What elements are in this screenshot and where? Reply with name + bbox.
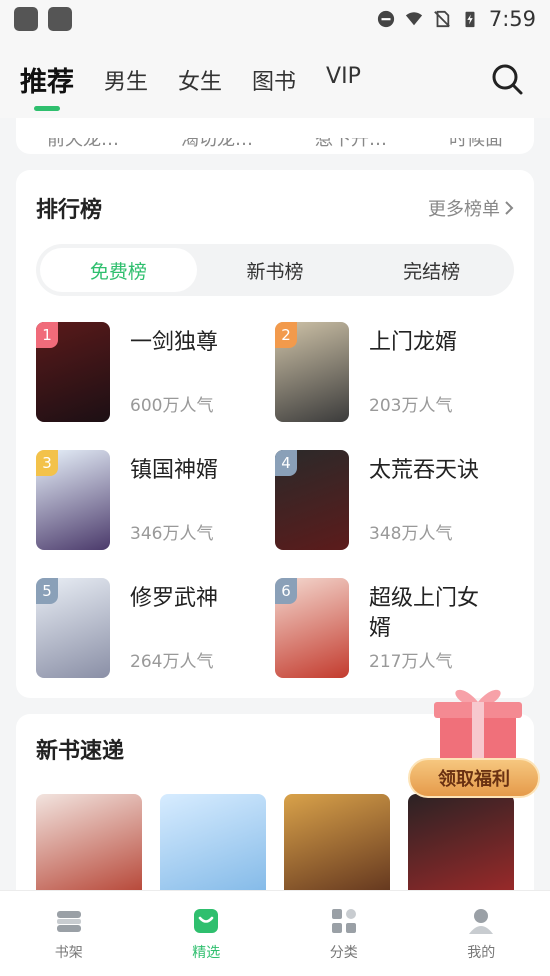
ranking-item[interactable]: 5 修罗武神 264万人气 bbox=[36, 578, 275, 678]
nav-featured[interactable]: 精选 bbox=[166, 906, 246, 962]
new-books-list bbox=[36, 794, 514, 890]
ranking-item[interactable]: 6 超级上门女婿 217万人气 bbox=[275, 578, 514, 678]
notification-app-icon bbox=[48, 7, 72, 31]
book-title[interactable]: 超级上门女婿 bbox=[369, 584, 489, 644]
welfare-gift-widget[interactable]: 领取福利 bbox=[408, 680, 544, 800]
book-cover[interactable]: 1 bbox=[36, 322, 110, 422]
book-cover[interactable]: 4 bbox=[275, 450, 349, 550]
battery-icon bbox=[465, 11, 475, 28]
tab-vip[interactable]: VIP bbox=[326, 58, 361, 89]
status-bar: 7:59 bbox=[0, 0, 550, 38]
partial-book-title[interactable]: 惹下升… bbox=[315, 138, 387, 148]
nav-bookshelf[interactable]: 书架 bbox=[29, 906, 109, 962]
rank-badge: 3 bbox=[36, 450, 58, 476]
rank-badge: 5 bbox=[36, 578, 58, 604]
chevron-right-icon bbox=[505, 201, 514, 215]
nav-label: 书架 bbox=[54, 944, 83, 961]
profile-icon bbox=[469, 908, 494, 934]
new-book-cover[interactable] bbox=[36, 794, 142, 890]
new-book-cover[interactable] bbox=[408, 794, 514, 890]
book-popularity: 203万人气 bbox=[369, 396, 453, 416]
book-popularity: 217万人气 bbox=[369, 652, 453, 672]
bottom-navigation: 书架 精选 分类 我的 bbox=[0, 890, 550, 976]
ranking-item[interactable]: 4 太荒吞天诀 348万人气 bbox=[275, 450, 514, 550]
ranking-item[interactable]: 3 镇国神婿 346万人气 bbox=[36, 450, 275, 550]
segment-free[interactable]: 免费榜 bbox=[40, 248, 197, 292]
book-popularity: 264万人气 bbox=[130, 652, 214, 672]
book-popularity: 348万人气 bbox=[369, 524, 453, 544]
nav-label: 我的 bbox=[467, 944, 496, 961]
rank-badge: 4 bbox=[275, 450, 297, 476]
new-book-cover[interactable] bbox=[160, 794, 266, 890]
rank-badge: 1 bbox=[36, 322, 58, 348]
do-not-disturb-icon bbox=[377, 10, 394, 28]
ranking-title: 排行榜 bbox=[36, 198, 103, 223]
book-title[interactable]: 一剑独尊 bbox=[130, 328, 218, 358]
more-rankings-label: 更多榜单 bbox=[428, 199, 500, 220]
segment-new[interactable]: 新书榜 bbox=[197, 248, 354, 292]
previous-section-card: 前天龙… 渴切龙… 惹下升… 时候面 bbox=[16, 118, 534, 154]
book-cover[interactable]: 5 bbox=[36, 578, 110, 678]
wifi-icon bbox=[405, 12, 422, 26]
tab-male[interactable]: 男生 bbox=[104, 58, 148, 96]
book-title[interactable]: 上门龙婿 bbox=[369, 328, 457, 358]
rank-badge: 6 bbox=[275, 578, 297, 604]
book-popularity: 346万人气 bbox=[130, 524, 214, 544]
partial-book-title[interactable]: 前天龙… bbox=[47, 138, 119, 148]
bookshelf-icon bbox=[56, 910, 81, 932]
nav-profile[interactable]: 我的 bbox=[441, 906, 521, 962]
segment-completed[interactable]: 完结榜 bbox=[353, 248, 510, 292]
book-cover[interactable]: 2 bbox=[275, 322, 349, 422]
ranking-list: 1 一剑独尊 600万人气 2 上门龙婿 203万人气 3 镇国神婿 346万人… bbox=[36, 322, 514, 678]
ranking-segment-control: 免费榜 新书榜 完结榜 bbox=[36, 244, 514, 296]
book-cover[interactable]: 3 bbox=[36, 450, 110, 550]
book-title[interactable]: 太荒吞天诀 bbox=[369, 456, 479, 486]
new-book-cover[interactable] bbox=[284, 794, 390, 890]
nav-label: 分类 bbox=[329, 944, 358, 961]
tab-books[interactable]: 图书 bbox=[252, 58, 296, 96]
nav-category[interactable]: 分类 bbox=[304, 906, 384, 962]
claim-welfare-button[interactable]: 领取福利 bbox=[408, 758, 540, 798]
gift-box-icon bbox=[434, 689, 522, 766]
rank-badge: 2 bbox=[275, 322, 297, 348]
partial-book-title[interactable]: 渴切龙… bbox=[181, 138, 253, 148]
nav-label: 精选 bbox=[192, 944, 221, 961]
tab-female[interactable]: 女生 bbox=[178, 58, 222, 96]
featured-bag-icon bbox=[194, 908, 219, 933]
book-title[interactable]: 修罗武神 bbox=[130, 584, 218, 614]
book-popularity: 600万人气 bbox=[130, 396, 214, 416]
category-grid-icon bbox=[331, 908, 356, 933]
book-cover[interactable]: 6 bbox=[275, 578, 349, 678]
ranking-item[interactable]: 1 一剑独尊 600万人气 bbox=[36, 322, 275, 422]
ranking-item[interactable]: 2 上门龙婿 203万人气 bbox=[275, 322, 514, 422]
ranking-card: 排行榜 更多榜单 免费榜 新书榜 完结榜 1 一剑独尊 600万人气 2 上门龙… bbox=[16, 170, 534, 698]
more-rankings-link[interactable]: 更多榜单 bbox=[428, 195, 514, 221]
search-icon[interactable] bbox=[490, 62, 524, 96]
partial-book-title[interactable]: 时候面 bbox=[449, 138, 503, 148]
tab-recommend[interactable]: 推荐 bbox=[20, 58, 74, 99]
notification-app-icon bbox=[14, 7, 38, 31]
book-title[interactable]: 镇国神婿 bbox=[130, 456, 218, 486]
top-tab-bar: 推荐 男生 女生 图书 VIP bbox=[0, 38, 550, 118]
no-sim-icon bbox=[433, 10, 450, 28]
status-time: 7:59 bbox=[488, 7, 536, 31]
